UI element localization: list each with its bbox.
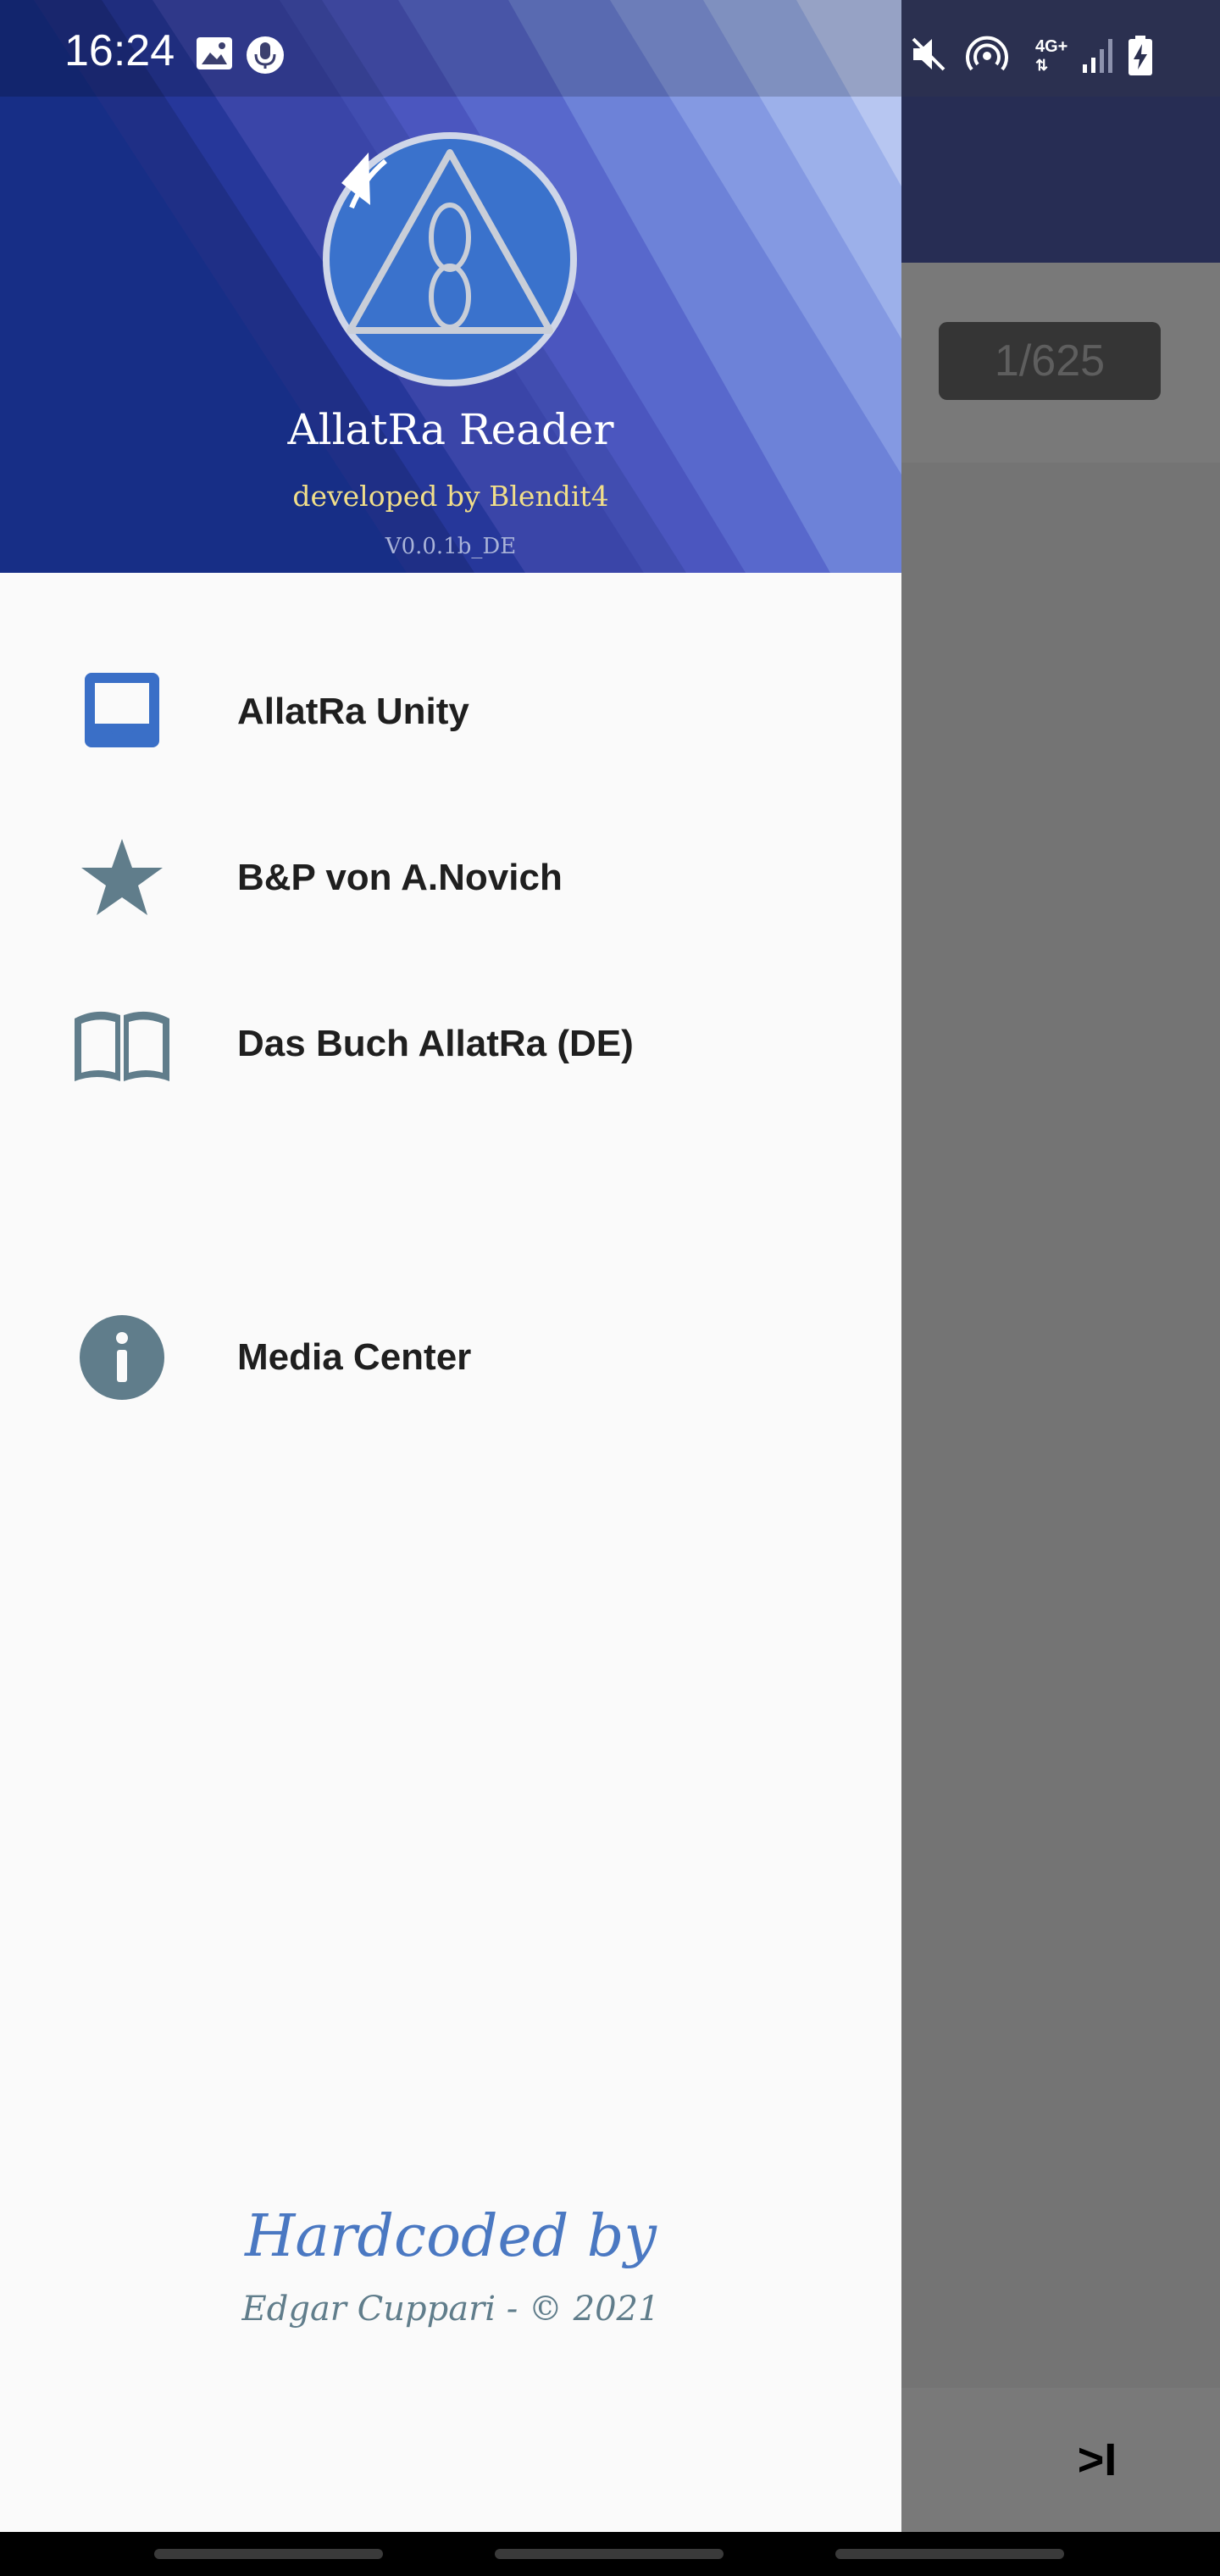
drawer-item-label: B&P von A.Novich bbox=[237, 857, 563, 898]
drawer-item-label: AllatRa Unity bbox=[237, 691, 469, 732]
nav-home-button[interactable] bbox=[495, 2549, 724, 2559]
drawer-item-bp-von-a-novich[interactable]: B&P von A.Novich bbox=[0, 802, 901, 954]
navigation-drawer: AllatRa Reader developed by Blendit4 V0.… bbox=[0, 0, 901, 2532]
battery-charging-icon bbox=[1128, 36, 1152, 75]
drawer-item-das-buch-allatra[interactable]: Das Buch AllatRa (DE) bbox=[0, 968, 901, 1120]
footer-title: Hardcoded by bbox=[245, 2203, 657, 2270]
book-open-icon bbox=[75, 1011, 169, 1081]
nav-recent-button[interactable] bbox=[154, 2549, 383, 2559]
network-4g-plus-icon: 4G+ ⇅ bbox=[1035, 37, 1068, 75]
system-navigation-bar bbox=[0, 2532, 1220, 2576]
status-bar: 16:24 4G+ ⇅ bbox=[0, 0, 1220, 97]
drawer-item-allatra-unity[interactable]: AllatRa Unity bbox=[0, 636, 901, 788]
microphone-icon bbox=[247, 36, 284, 74]
signal-icon bbox=[1083, 39, 1112, 73]
drawer-subtitle: developed by Blendit4 bbox=[292, 480, 609, 513]
image-icon bbox=[197, 37, 232, 69]
network-label: 4G+ bbox=[1035, 37, 1068, 56]
network-arrows: ⇅ bbox=[1035, 57, 1049, 74]
drawer-item-label: Media Center bbox=[237, 1336, 472, 1378]
drawer-title: AllatRa Reader bbox=[287, 405, 614, 454]
hotspot-icon bbox=[966, 36, 1008, 71]
nav-back-button[interactable] bbox=[835, 2549, 1064, 2559]
info-icon bbox=[80, 1315, 164, 1400]
inbox-icon bbox=[85, 673, 159, 747]
app-version: V0.0.1b_DE bbox=[385, 534, 517, 559]
mute-icon bbox=[912, 37, 946, 71]
allatra-logo-icon bbox=[323, 132, 577, 386]
star-icon bbox=[81, 839, 163, 915]
footer-credit: Edgar Cuppari - © 2021 bbox=[241, 2290, 660, 2329]
drawer-item-media-center[interactable]: Media Center bbox=[0, 1281, 901, 1434]
drawer-item-label: Das Buch AllatRa (DE) bbox=[237, 1023, 634, 1064]
status-time: 16:24 bbox=[64, 26, 175, 75]
